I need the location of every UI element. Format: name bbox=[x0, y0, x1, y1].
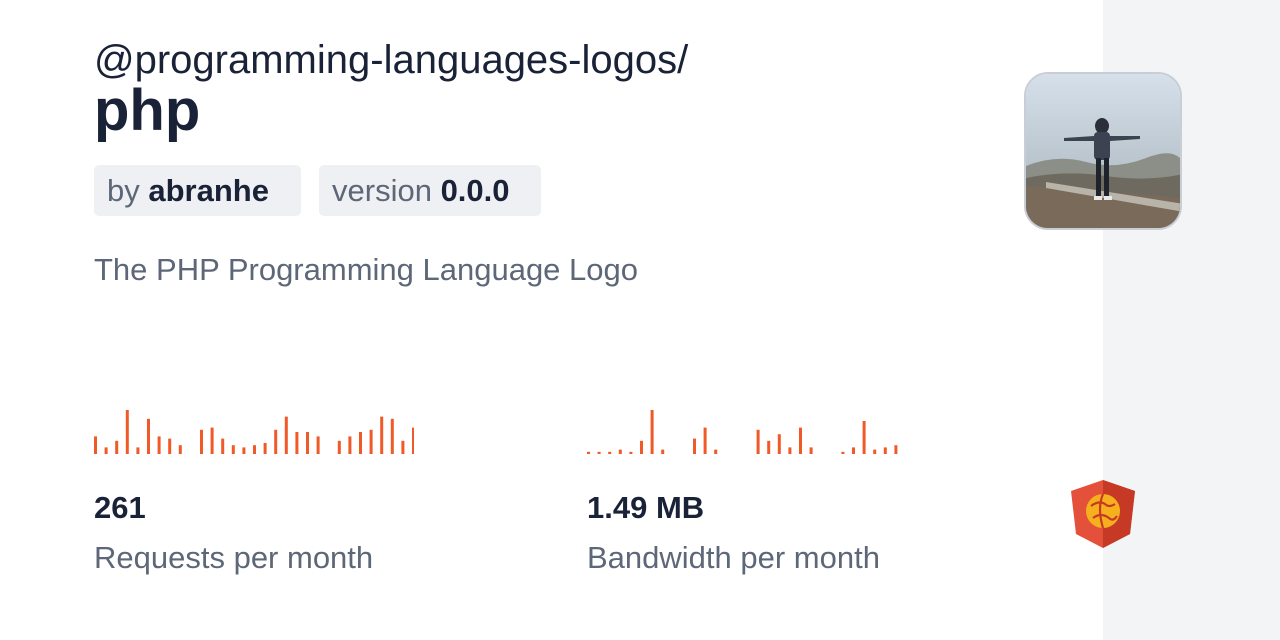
requests-bar bbox=[221, 438, 225, 454]
requests-bar bbox=[210, 427, 214, 454]
bandwidth-bar bbox=[767, 440, 771, 454]
bandwidth-bar bbox=[661, 449, 665, 454]
requests-bar bbox=[295, 432, 299, 454]
bandwidth-bar bbox=[608, 451, 612, 454]
requests-sparkline bbox=[94, 410, 414, 454]
requests-bar bbox=[242, 447, 246, 454]
bandwidth-bar bbox=[852, 447, 855, 454]
requests-bar bbox=[306, 432, 309, 454]
bandwidth-bar bbox=[883, 447, 887, 454]
bandwidth-bar bbox=[703, 427, 707, 454]
bandwidth-bar bbox=[629, 451, 633, 454]
version-prefix: version bbox=[332, 173, 432, 208]
bandwidth-bar bbox=[809, 447, 813, 454]
author-name: abranhe bbox=[148, 173, 269, 208]
bandwidth-bar bbox=[788, 447, 792, 454]
requests-bar bbox=[200, 429, 203, 454]
requests-bar bbox=[263, 443, 267, 454]
requests-bar bbox=[157, 436, 161, 454]
bandwidth-bar bbox=[862, 421, 866, 454]
requests-bar bbox=[359, 432, 362, 454]
version-number: 0.0.0 bbox=[440, 173, 510, 208]
requests-bar bbox=[253, 445, 256, 454]
bandwidth-bar bbox=[777, 434, 781, 454]
requests-bar bbox=[231, 445, 235, 454]
bandwidth-bar bbox=[693, 438, 696, 454]
requests-bar bbox=[380, 416, 384, 454]
avatar-photo-icon bbox=[1026, 74, 1180, 228]
package-name: php bbox=[94, 78, 201, 143]
jsdelivr-logo-icon bbox=[1071, 480, 1135, 548]
bandwidth-bar bbox=[894, 445, 898, 454]
bandwidth-bar bbox=[640, 440, 643, 454]
requests-bar bbox=[115, 440, 119, 454]
requests-value: 261 bbox=[94, 490, 146, 525]
bandwidth-bar bbox=[650, 410, 654, 454]
bandwidth-bar bbox=[841, 451, 845, 454]
requests-bar bbox=[136, 447, 140, 454]
requests-bar bbox=[147, 418, 150, 454]
author-avatar[interactable] bbox=[1024, 72, 1182, 230]
requests-bar bbox=[284, 416, 288, 454]
bandwidth-bar bbox=[756, 429, 760, 454]
bandwidth-label: Bandwidth per month bbox=[587, 540, 880, 575]
bandwidth-bar bbox=[799, 427, 802, 454]
requests-bar bbox=[316, 436, 320, 454]
bandwidth-bar bbox=[618, 449, 622, 454]
requests-bar bbox=[125, 410, 129, 454]
requests-bar bbox=[178, 445, 182, 454]
bandwidth-sparkline bbox=[587, 410, 898, 454]
version-pill[interactable]: version 0.0.0 bbox=[319, 165, 541, 216]
requests-bar bbox=[104, 447, 108, 454]
bandwidth-value: 1.49 MB bbox=[587, 490, 705, 525]
requests-bar bbox=[401, 440, 405, 454]
bandwidth-bar bbox=[714, 449, 718, 454]
requests-bar bbox=[412, 427, 414, 454]
requests-bar bbox=[348, 436, 352, 454]
requests-bar bbox=[369, 429, 373, 454]
bandwidth-bar bbox=[587, 451, 590, 454]
bandwidth-stat: 1.49 MB Bandwidth per month bbox=[587, 400, 927, 578]
package-scope: @programming-languages-logos/ bbox=[94, 38, 689, 82]
requests-stat: 261 Requests per month bbox=[94, 400, 434, 578]
package-description: The PHP Programming Language Logo bbox=[94, 252, 638, 287]
requests-bar bbox=[390, 418, 394, 454]
author-pill[interactable]: by abranhe bbox=[94, 165, 301, 216]
requests-bar bbox=[168, 438, 172, 454]
requests-bar bbox=[94, 436, 97, 454]
bandwidth-bar bbox=[597, 451, 601, 454]
bandwidth-bar bbox=[873, 449, 877, 454]
requests-bar bbox=[337, 440, 341, 454]
requests-bar bbox=[274, 429, 278, 454]
author-prefix: by bbox=[107, 173, 140, 208]
requests-label: Requests per month bbox=[94, 540, 374, 575]
